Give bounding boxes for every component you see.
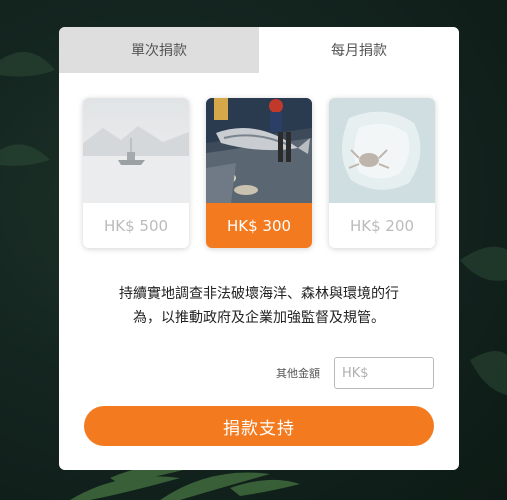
plastic-bag-crab-image (329, 98, 435, 203)
amount-label-500: HK$ 500 (83, 203, 189, 248)
amount-label-200: HK$ 200 (329, 203, 435, 248)
donate-button[interactable]: 捐款支持 (84, 406, 434, 446)
amount-label-300: HK$ 300 (206, 203, 312, 248)
amount-option-200[interactable]: HK$ 200 (329, 98, 435, 248)
amount-option-300[interactable]: HK$ 300 (206, 98, 312, 248)
tab-one-time[interactable]: 單次捐款 (59, 27, 259, 73)
description-line-2: 為，以推動政府及企業加強監督及規管。 (133, 310, 385, 326)
amount-option-500[interactable]: HK$ 500 (83, 98, 189, 248)
tab-monthly[interactable]: 每月捐款 (259, 27, 459, 73)
donation-type-tabs: 單次捐款 每月捐款 (59, 27, 459, 73)
other-amount-input[interactable] (334, 357, 434, 389)
tuna-on-deck-image (206, 98, 312, 203)
other-amount-row: 其他金額 (276, 357, 434, 389)
donation-card: 單次捐款 每月捐款 HK$ 500 HK$ 300 HK$ 200 持續實地調查… (59, 27, 459, 470)
amount-options: HK$ 500 HK$ 300 HK$ 200 (83, 98, 435, 248)
arctic-boat-image (83, 98, 189, 203)
other-amount-label: 其他金額 (276, 367, 320, 380)
description-line-1: 持續實地調查非法破壞海洋、森林與環境的行 (119, 286, 399, 302)
donation-description: 持續實地調查非法破壞海洋、森林與環境的行 為，以推動政府及企業加強監督及規管。 (89, 282, 429, 330)
